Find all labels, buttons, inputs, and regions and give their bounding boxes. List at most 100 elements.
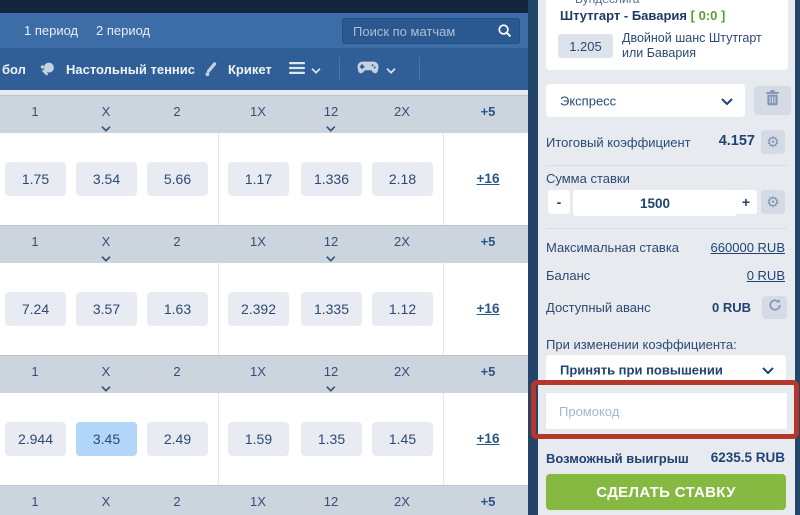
column-header-12[interactable]: 12 xyxy=(324,105,338,134)
refresh-advance-button[interactable] xyxy=(762,296,787,319)
odds-cell[interactable]: 1.335 xyxy=(301,292,362,326)
chevron-down-icon xyxy=(721,92,733,110)
odds-cell[interactable]: 5.66 xyxy=(147,162,208,196)
tab-period-2[interactable]: 2 период xyxy=(96,23,150,38)
column-header-label: X xyxy=(102,234,111,249)
column-header-label: +5 xyxy=(481,494,496,509)
sport-tab-table-tennis[interactable]: Настольный теннис xyxy=(66,48,195,90)
odds-cell[interactable]: 2.49 xyxy=(147,422,208,456)
top-dark-strip xyxy=(0,0,528,13)
odds-cell[interactable]: 1.17 xyxy=(228,162,289,196)
promo-code-input[interactable] xyxy=(545,392,788,430)
column-header-label: +5 xyxy=(481,234,496,249)
odds-cell[interactable]: 7.24 xyxy=(5,292,66,326)
column-header-X[interactable]: X xyxy=(101,235,111,264)
odds-cell[interactable]: 1.336 xyxy=(301,162,362,196)
sport-tab-football[interactable]: бол xyxy=(2,48,26,90)
column-header-1: 1 xyxy=(31,365,38,378)
odds-cell[interactable]: 2.18 xyxy=(372,162,433,196)
stake-input[interactable] xyxy=(573,190,737,216)
tab-period-1[interactable]: 1 период xyxy=(24,23,78,38)
odds-cell[interactable]: 3.54 xyxy=(76,162,137,196)
place-bet-button[interactable]: СДЕЛАТЬ СТАВКУ xyxy=(546,474,786,510)
column-header-1X: 1X xyxy=(250,105,266,118)
bet-odd-chip[interactable]: 1.205 xyxy=(558,34,613,58)
column-header-label: 2X xyxy=(394,234,410,249)
bet-description: Двойной шанс Штутгарт или Бавария xyxy=(622,31,782,61)
odds-cell[interactable]: 1.59 xyxy=(228,422,289,456)
column-header-1: 1 xyxy=(31,495,38,508)
odds-cell[interactable]: 1.63 xyxy=(147,292,208,326)
gear-icon: ⚙ xyxy=(766,135,779,150)
odds-row: 7.24 3.57 1.63 2.392 1.335 1.12 +16 xyxy=(0,263,528,355)
coef-change-dropdown[interactable]: Принять при повышении xyxy=(546,355,786,385)
column-header-+5[interactable]: +5 xyxy=(481,365,496,378)
column-header-label: 2 xyxy=(173,104,180,119)
column-header-2: 2 xyxy=(173,495,180,508)
column-header-X[interactable]: X xyxy=(101,105,111,134)
column-header-+5[interactable]: +5 xyxy=(481,105,496,118)
odds-cell[interactable]: 2.392 xyxy=(228,292,289,326)
bet-type-value: Экспресс xyxy=(560,93,616,108)
odds-header-row: 1X21X122X+5 xyxy=(0,95,528,133)
column-header-X[interactable]: X xyxy=(101,365,111,394)
chevron-down-icon xyxy=(311,62,321,77)
bet-card: Бундеслига Штутгарт - Бавария [ 0:0 ] 1.… xyxy=(546,0,788,70)
column-header-label: X xyxy=(102,104,111,119)
more-odds-link[interactable]: +16 xyxy=(477,431,500,446)
sport-tab-cricket[interactable]: Крикет xyxy=(228,48,272,90)
main-content: 1 период 2 период бол Настольный теннис … xyxy=(0,0,528,515)
gamepad-icon xyxy=(357,61,379,78)
column-header-12[interactable]: 12 xyxy=(324,495,338,515)
column-header-+5[interactable]: +5 xyxy=(481,235,496,248)
odds-cell[interactable]: 2.944 xyxy=(5,422,66,456)
sport-label: бол xyxy=(2,62,26,77)
stake-increase-button[interactable]: + xyxy=(735,190,757,214)
divider xyxy=(339,57,340,81)
search-box[interactable] xyxy=(342,18,520,44)
odds-cell[interactable]: 1.75 xyxy=(5,162,66,196)
search-input[interactable] xyxy=(343,19,501,43)
cricket-icon[interactable] xyxy=(204,48,219,90)
odds-cell[interactable]: 1.45 xyxy=(372,422,433,456)
total-coef-value: 4.157 xyxy=(719,133,755,149)
column-header-label: 12 xyxy=(324,364,338,379)
max-bet-value[interactable]: 660000 RUB xyxy=(711,240,785,255)
betslip-panel: Бундеслига Штутгарт - Бавария [ 0:0 ] 1.… xyxy=(538,0,795,515)
divider xyxy=(218,133,219,225)
divider xyxy=(218,393,219,485)
games-menu[interactable] xyxy=(357,48,396,90)
trash-icon xyxy=(766,90,779,111)
odds-cell[interactable]: 3.57 xyxy=(76,292,137,326)
divider xyxy=(443,133,444,225)
possible-win-label: Возможный выигрыш xyxy=(546,451,689,466)
balance-value[interactable]: 0 RUB xyxy=(747,268,785,283)
column-header-label: 2 xyxy=(173,234,180,249)
column-header-12[interactable]: 12 xyxy=(324,235,338,264)
odds-cell[interactable]: 1.12 xyxy=(372,292,433,326)
column-header-X[interactable]: X xyxy=(101,495,111,515)
divider xyxy=(419,57,420,81)
more-odds-link[interactable]: +16 xyxy=(477,301,500,316)
column-header-12[interactable]: 12 xyxy=(324,365,338,394)
delete-bet-button[interactable] xyxy=(754,86,791,115)
more-odds-link[interactable]: +16 xyxy=(477,171,500,186)
table-tennis-icon[interactable] xyxy=(40,48,55,90)
column-header-label: 12 xyxy=(324,104,338,119)
column-header-label: 1 xyxy=(31,494,38,509)
column-header-+5[interactable]: +5 xyxy=(481,495,496,508)
column-header-2X: 2X xyxy=(394,495,410,508)
more-sports-menu[interactable] xyxy=(289,48,321,90)
coef-settings-button[interactable]: ⚙ xyxy=(761,130,785,154)
stake-settings-button[interactable]: ⚙ xyxy=(761,190,785,214)
stake-decrease-button[interactable]: - xyxy=(548,190,570,214)
odds-cell-selected[interactable]: 3.45 xyxy=(76,422,137,456)
search-icon[interactable] xyxy=(497,23,512,43)
odds-cell[interactable]: 1.35 xyxy=(301,422,362,456)
bet-type-dropdown[interactable]: Экспресс xyxy=(546,84,745,117)
chevron-down-icon xyxy=(386,62,396,77)
total-coef-label: Итоговый коэффициент xyxy=(546,135,691,150)
advance-value: 0 RUB xyxy=(712,300,751,315)
column-header-label: X xyxy=(102,494,111,509)
column-header-1X: 1X xyxy=(250,235,266,248)
